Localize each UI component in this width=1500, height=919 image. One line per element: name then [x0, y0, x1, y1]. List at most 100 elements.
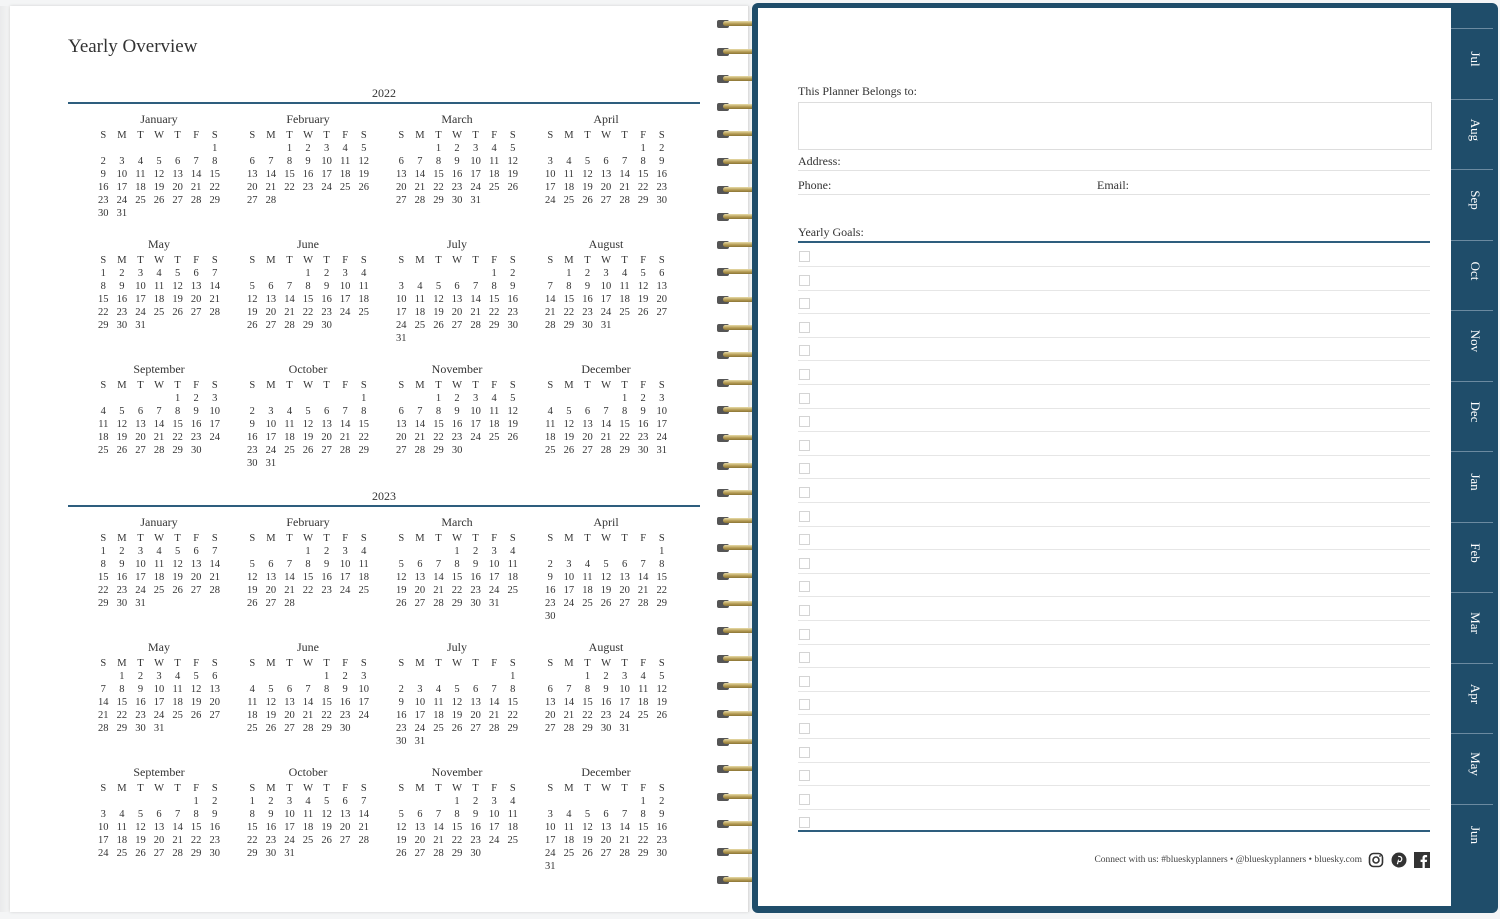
goal-line[interactable] [798, 360, 1430, 362]
tab-nov[interactable]: Nov [1451, 310, 1493, 379]
goal-checkbox[interactable] [799, 605, 810, 616]
month-tabs: Jul Aug Sep Oct Nov Dec Jan Feb Mar Apr May Jun [1451, 8, 1497, 906]
goal-line[interactable] [798, 714, 1430, 716]
goal-checkbox[interactable] [799, 652, 810, 664]
day-cell: 4 [510, 796, 516, 807]
goal-line[interactable] [798, 761, 1430, 763]
goal-checkbox[interactable] [799, 817, 810, 829]
tab-dec[interactable]: Dec [1451, 380, 1493, 450]
goal-checkbox[interactable] [799, 628, 810, 640]
day-cell: 15 [656, 572, 668, 583]
bottom-rule [798, 830, 1430, 832]
goal-line[interactable] [798, 336, 1430, 338]
goal-checkbox[interactable] [799, 251, 810, 262]
goal-checkbox[interactable] [799, 345, 810, 357]
tab-apr[interactable]: Apr [1451, 662, 1493, 732]
weekday-label: T [621, 533, 628, 544]
week-row: 1 2 3 4 5 [392, 142, 522, 155]
day-cell: 6 [398, 156, 404, 167]
goal-line[interactable] [798, 289, 1430, 291]
goal-checkbox[interactable] [799, 557, 810, 569]
goal-checkbox[interactable] [799, 274, 810, 286]
goal-line[interactable] [798, 738, 1430, 739]
owner-name-field[interactable] [798, 102, 1432, 150]
goal-line[interactable] [798, 384, 1430, 385]
weekday-label: T [137, 380, 144, 391]
goal-line[interactable] [798, 407, 1430, 409]
goal-line[interactable] [798, 431, 1430, 433]
goal-line[interactable] [798, 502, 1430, 503]
goal-line[interactable] [798, 785, 1430, 787]
goal-line[interactable] [798, 808, 1430, 810]
week-row: 1 [94, 142, 224, 155]
goal-line[interactable] [798, 572, 1430, 574]
goal-checkbox[interactable] [799, 369, 810, 380]
goal-checkbox[interactable] [799, 487, 810, 498]
goal-line[interactable] [798, 313, 1430, 315]
weekday-label: S [398, 380, 405, 391]
weekday-label: T [584, 130, 591, 141]
goal-checkbox[interactable] [799, 510, 810, 522]
instagram-icon[interactable] [1368, 852, 1384, 868]
contact-line[interactable] [798, 194, 1430, 195]
address-line[interactable] [798, 170, 1430, 171]
goal-checkbox[interactable] [799, 534, 810, 546]
tab-jan[interactable]: Jan [1451, 451, 1493, 520]
goal-checkbox[interactable] [799, 699, 810, 711]
month-december-2023: December S M T W T F S 1 2 3 4 5 6 7 8 9 10 11 12 13 14 15 16 17… [541, 765, 671, 873]
goal-line[interactable] [798, 643, 1430, 645]
goal-checkbox[interactable] [799, 581, 810, 593]
day-cell: 13 [414, 572, 426, 583]
day-cell [243, 670, 262, 683]
tab-feb[interactable]: Feb [1451, 521, 1493, 591]
day-cell: 21 [302, 710, 314, 721]
month-june-2022: June S M T W T F S 1 2 3 4 5 6 7 8 9 10 11 12 13 14 15 16 17 18 19… [243, 237, 373, 332]
day-cell: 19 [582, 835, 593, 846]
tab-jul[interactable]: Jul [1451, 28, 1493, 97]
goal-line[interactable] [798, 266, 1430, 267]
goal-checkbox[interactable] [799, 723, 810, 734]
goal-checkbox[interactable] [799, 793, 810, 805]
goal-checkbox[interactable] [799, 321, 810, 333]
tab-sep[interactable]: Sep [1451, 169, 1493, 238]
tab-may[interactable]: May [1451, 733, 1493, 802]
goal-line[interactable] [798, 525, 1430, 527]
day-cell [94, 392, 113, 405]
goal-checkbox[interactable] [799, 746, 810, 758]
goal-checkbox[interactable] [799, 439, 810, 451]
tab-aug[interactable]: Aug [1451, 98, 1493, 168]
tab-jun[interactable]: Jun [1451, 803, 1493, 873]
facebook-icon[interactable] [1414, 852, 1430, 868]
goal-line[interactable] [798, 596, 1430, 598]
goal-checkbox[interactable] [799, 298, 810, 310]
week-row: 28 29 30 31 [541, 319, 671, 332]
goal-checkbox[interactable] [799, 463, 810, 475]
goal-line[interactable] [798, 454, 1430, 456]
year-label-2022: 2022 [372, 86, 396, 100]
pinterest-icon[interactable] [1391, 852, 1407, 868]
goal-line[interactable] [798, 667, 1430, 669]
week-row: 23 24 25 26 27 28 29 [243, 444, 373, 457]
goal-checkbox[interactable] [799, 416, 810, 428]
day-cell: 23 [582, 307, 593, 318]
goal-line[interactable] [798, 478, 1430, 480]
goal-checkbox[interactable] [799, 392, 810, 404]
tab-oct[interactable]: Oct [1451, 239, 1493, 309]
goal-line[interactable] [798, 620, 1430, 621]
goal-line[interactable] [798, 690, 1430, 692]
weekday-label: S [398, 783, 405, 794]
goal-checkbox[interactable] [799, 770, 810, 782]
tab-mar[interactable]: Mar [1451, 592, 1493, 661]
weekday-label: S [100, 380, 107, 391]
day-cell: 18 [488, 169, 500, 180]
day-cell [280, 670, 299, 683]
day-cell: 6 [454, 281, 460, 292]
weekday-label: F [342, 380, 349, 391]
day-cell: 20 [153, 835, 165, 846]
day-cell: 13 [600, 169, 612, 180]
day-cell: 16 [507, 294, 519, 305]
goal-checkbox[interactable] [799, 675, 810, 687]
day-cell: 22 [172, 432, 183, 443]
goal-line[interactable] [798, 549, 1430, 551]
month-november-2023: November S M T W T F S 1 2 3 4 5 6 7 8 9 10 11 12 13 14 15 16 17… [392, 765, 522, 860]
